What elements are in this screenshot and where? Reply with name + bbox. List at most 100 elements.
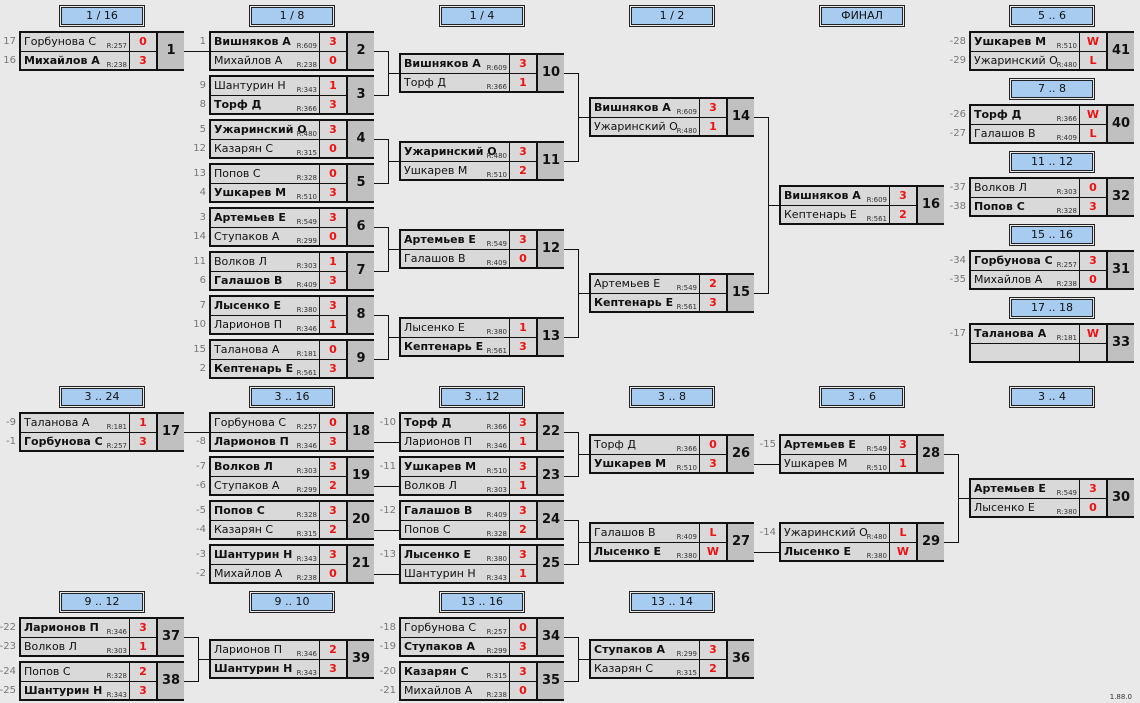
player-row[interactable]: Вишняков А R:609: [781, 187, 889, 206]
player-row[interactable]: Ларионов П R:346: [211, 316, 319, 334]
player-row[interactable]: Торф Д R:366: [971, 106, 1079, 125]
match-17[interactable]: Таланова А R:181 1 Горбунова С R:257 3 17: [19, 412, 184, 452]
player-row[interactable]: Артемьев Е R:549: [591, 275, 699, 294]
match-8[interactable]: Лысенко Е R:380 3 Ларионов П R:346 1 8: [209, 295, 374, 335]
player-row[interactable]: Шантурин Н R:343: [21, 682, 129, 700]
match-18[interactable]: Горбунова С R:257 0 Ларионов П R:346 3 18: [209, 412, 374, 452]
match-20[interactable]: Попов С R:328 3 Казарян С R:315 2 20: [209, 500, 374, 540]
player-row[interactable]: Лысенко Е R:380: [401, 546, 509, 565]
player-row[interactable]: Ужаринский О R:480: [401, 143, 509, 162]
match-31[interactable]: Горбунова С R:257 3 Михайлов А R:238 0 31: [969, 250, 1134, 290]
match-4[interactable]: Ужаринский О R:480 3 Казарян С R:315 0 4: [209, 119, 374, 159]
player-row[interactable]: Волков Л R:303: [211, 458, 319, 477]
player-row[interactable]: Волков Л R:303: [211, 253, 319, 272]
match-26[interactable]: Торф Д R:366 0 Ушкарев М R:510 3 26: [589, 434, 754, 474]
player-row[interactable]: Шантурин Н R:343: [211, 77, 319, 96]
match-23[interactable]: Ушкарев М R:510 3 Волков Л R:303 1 23: [399, 456, 564, 496]
player-row[interactable]: Михайлов А R:238: [211, 52, 319, 70]
player-row[interactable]: Лысенко Е R:380: [781, 543, 889, 561]
player-row[interactable]: Горбунова С R:257: [971, 252, 1079, 271]
player-row[interactable]: [971, 344, 1079, 362]
player-row[interactable]: Михайлов А R:238: [971, 271, 1079, 289]
match-22[interactable]: Торф Д R:366 3 Ларионов П R:346 1 22: [399, 412, 564, 452]
player-row[interactable]: Ступаков А R:299: [211, 228, 319, 246]
match-1[interactable]: Горбунова С R:257 0 Михайлов А R:238 3 1: [19, 31, 184, 71]
match-13[interactable]: Лысенко Е R:380 1 Кептенарь Е R:561 3 13: [399, 317, 564, 357]
player-row[interactable]: Артемьев Е R:549: [211, 209, 319, 228]
player-row[interactable]: Кептенарь Е R:561: [401, 338, 509, 356]
match-32[interactable]: Волков Л R:303 0 Попов С R:328 3 32: [969, 177, 1134, 217]
player-row[interactable]: Казарян С R:315: [211, 521, 319, 539]
player-row[interactable]: Попов С R:328: [211, 502, 319, 521]
match-7[interactable]: Волков Л R:303 1 Галашов В R:409 3 7: [209, 251, 374, 291]
player-row[interactable]: Лысенко Е R:380: [971, 499, 1079, 517]
player-row[interactable]: Ушкарев М R:510: [401, 458, 509, 477]
player-row[interactable]: Вишняков А R:609: [401, 55, 509, 74]
match-12[interactable]: Артемьев Е R:549 3 Галашов В R:409 0 12: [399, 229, 564, 269]
player-row[interactable]: Торф Д R:366: [401, 74, 509, 92]
player-row[interactable]: Горбунова С R:257: [21, 433, 129, 451]
match-2[interactable]: Вишняков А R:609 3 Михайлов А R:238 0 2: [209, 31, 374, 71]
player-row[interactable]: Галашов В R:409: [401, 250, 509, 268]
player-row[interactable]: Шантурин Н R:343: [211, 660, 319, 678]
match-24[interactable]: Галашов В R:409 3 Попов С R:328 2 24: [399, 500, 564, 540]
player-row[interactable]: Ужаринский О R:480: [591, 118, 699, 136]
player-row[interactable]: Таланова А R:181: [21, 414, 129, 433]
match-16[interactable]: Вишняков А R:609 3 Кептенарь Е R:561 2 16: [779, 185, 944, 225]
player-row[interactable]: Галашов В R:409: [401, 502, 509, 521]
match-37[interactable]: Ларионов П R:346 3 Волков Л R:303 1 37: [19, 617, 184, 657]
player-row[interactable]: Попов С R:328: [21, 663, 129, 682]
player-row[interactable]: Волков Л R:303: [401, 477, 509, 495]
player-row[interactable]: Кептенарь Е R:561: [781, 206, 889, 224]
match-41[interactable]: Ушкарев М R:510 W Ужаринский О R:480 L 41: [969, 31, 1134, 71]
player-row[interactable]: Галашов В R:409: [971, 125, 1079, 143]
player-row[interactable]: Вишняков А R:609: [591, 99, 699, 118]
player-row[interactable]: Кептенарь Е R:561: [211, 360, 319, 378]
player-row[interactable]: Ступаков А R:299: [211, 477, 319, 495]
match-11[interactable]: Ужаринский О R:480 3 Ушкарев М R:510 2 11: [399, 141, 564, 181]
player-row[interactable]: Артемьев Е R:549: [781, 436, 889, 455]
player-row[interactable]: Ларионов П R:346: [401, 433, 509, 451]
player-row[interactable]: Волков Л R:303: [971, 179, 1079, 198]
player-row[interactable]: Таланова А R:181: [971, 325, 1079, 344]
player-row[interactable]: Ужаринский О R:480: [781, 524, 889, 543]
match-5[interactable]: Попов С R:328 0 Ушкарев М R:510 3 5: [209, 163, 374, 203]
match-34[interactable]: Горбунова С R:257 0 Ступаков А R:299 3 34: [399, 617, 564, 657]
player-row[interactable]: Ларионов П R:346: [211, 641, 319, 660]
match-38[interactable]: Попов С R:328 2 Шантурин Н R:343 3 38: [19, 661, 184, 701]
player-row[interactable]: Казарян С R:315: [591, 660, 699, 678]
player-row[interactable]: Торф Д R:366: [591, 436, 699, 455]
player-row[interactable]: Попов С R:328: [971, 198, 1079, 216]
player-row[interactable]: Ларионов П R:346: [21, 619, 129, 638]
player-row[interactable]: Ушкарев М R:510: [401, 162, 509, 180]
match-40[interactable]: Торф Д R:366 W Галашов В R:409 L 40: [969, 104, 1134, 144]
player-row[interactable]: Горбунова С R:257: [211, 414, 319, 433]
match-27[interactable]: Галашов В R:409 L Лысенко Е R:380 W 27: [589, 522, 754, 562]
player-row[interactable]: Горбунова С R:257: [401, 619, 509, 638]
player-row[interactable]: Вишняков А R:609: [211, 33, 319, 52]
player-row[interactable]: Попов С R:328: [211, 165, 319, 184]
player-row[interactable]: Ступаков А R:299: [401, 638, 509, 656]
player-row[interactable]: Галашов В R:409: [591, 524, 699, 543]
player-row[interactable]: Лысенко Е R:380: [211, 297, 319, 316]
player-row[interactable]: Волков Л R:303: [21, 638, 129, 656]
player-row[interactable]: Кептенарь Е R:561: [591, 294, 699, 312]
match-39[interactable]: Ларионов П R:346 2 Шантурин Н R:343 3 39: [209, 639, 374, 679]
match-3[interactable]: Шантурин Н R:343 1 Торф Д R:366 3 3: [209, 75, 374, 115]
player-row[interactable]: Ушкарев М R:510: [971, 33, 1079, 52]
player-row[interactable]: Торф Д R:366: [401, 414, 509, 433]
player-row[interactable]: Михайлов А R:238: [21, 52, 129, 70]
match-36[interactable]: Ступаков А R:299 3 Казарян С R:315 2 36: [589, 639, 754, 679]
player-row[interactable]: Лысенко Е R:380: [591, 543, 699, 561]
player-row[interactable]: Шантурин Н R:343: [211, 546, 319, 565]
player-row[interactable]: Ужаринский О R:480: [971, 52, 1079, 70]
player-row[interactable]: Казарян С R:315: [401, 663, 509, 682]
match-15[interactable]: Артемьев Е R:549 2 Кептенарь Е R:561 3 15: [589, 273, 754, 313]
player-row[interactable]: Таланова А R:181: [211, 341, 319, 360]
player-row[interactable]: Ступаков А R:299: [591, 641, 699, 660]
match-21[interactable]: Шантурин Н R:343 3 Михайлов А R:238 0 21: [209, 544, 374, 584]
match-9[interactable]: Таланова А R:181 0 Кептенарь Е R:561 3 9: [209, 339, 374, 379]
player-row[interactable]: Ларионов П R:346: [211, 433, 319, 451]
player-row[interactable]: Михайлов А R:238: [401, 682, 509, 700]
match-33[interactable]: Таланова А R:181 W 33: [969, 323, 1134, 363]
